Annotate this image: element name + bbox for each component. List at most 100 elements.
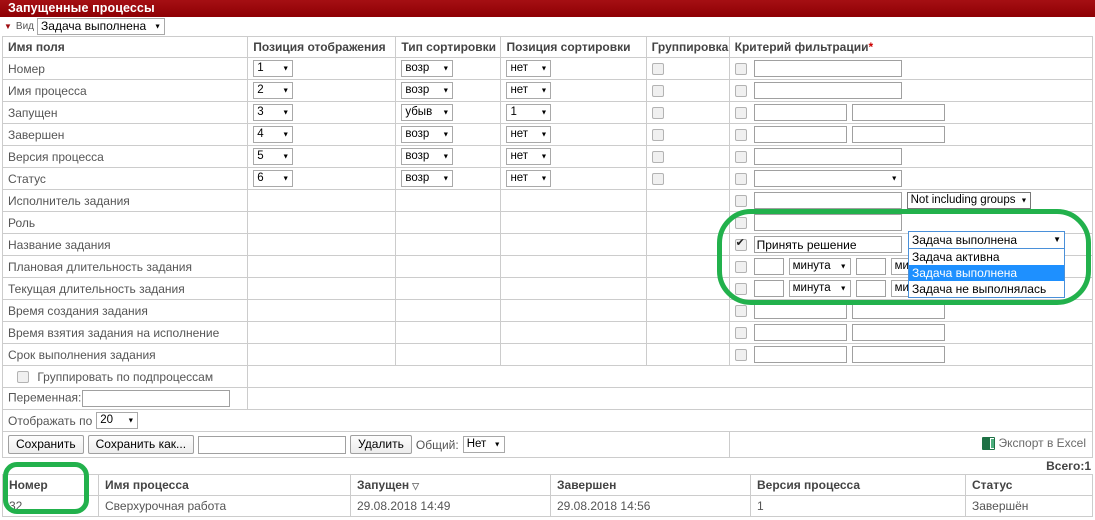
display-position-select[interactable]: 6: [253, 170, 294, 187]
filter-enable-checkbox[interactable]: [734, 216, 747, 229]
filter-enable-checkbox[interactable]: [734, 150, 747, 163]
sort-type-select[interactable]: возр: [401, 170, 454, 187]
config-row-zapushchen: Запущен 3 убыв 1: [1, 101, 1094, 124]
filter-enable-checkbox[interactable]: [734, 304, 747, 317]
sort-type-select[interactable]: возр: [401, 60, 454, 77]
filter-enable-checkbox[interactable]: [734, 237, 747, 251]
dropdown-option-task-active[interactable]: Задача активна: [909, 249, 1064, 265]
delete-button[interactable]: Удалить: [350, 435, 412, 454]
grouping-cell: [645, 277, 730, 300]
show-by-select[interactable]: 20: [96, 412, 139, 429]
filter-text-input[interactable]: [753, 214, 902, 231]
task-status-dropdown-button[interactable]: Задача выполнена: [908, 231, 1065, 249]
view-bar: ▼ Вид Задача выполнена: [0, 17, 1095, 36]
display-position-cell: [247, 189, 397, 212]
shared-select[interactable]: Нет: [462, 436, 505, 453]
results-col-finished[interactable]: Завершен: [550, 474, 751, 496]
filter-enable-checkbox[interactable]: [734, 172, 747, 185]
save-button[interactable]: Сохранить: [8, 435, 84, 454]
save-as-button[interactable]: Сохранить как...: [87, 435, 195, 454]
filter-enable-checkbox[interactable]: [734, 260, 747, 273]
grouping-checkbox[interactable]: [651, 173, 664, 186]
col-header-sort-position: Позиция сортировки: [500, 36, 647, 58]
config-row-status: Статус 6 возр нет: [1, 167, 1094, 190]
sort-type-select[interactable]: возр: [401, 82, 454, 99]
cell-process-version: 1: [750, 495, 966, 517]
filter-range-to-input[interactable]: [851, 346, 945, 363]
filter-enable-checkbox[interactable]: [734, 84, 747, 97]
sort-type-select[interactable]: возр: [401, 148, 454, 165]
results-col-status[interactable]: Статус: [965, 474, 1093, 496]
filter-range-from-input[interactable]: [753, 126, 847, 143]
filter-enable-checkbox[interactable]: [734, 326, 747, 339]
display-position-select[interactable]: 4: [253, 126, 294, 143]
results-col-process-name[interactable]: Имя процесса: [98, 474, 351, 496]
sort-position-select[interactable]: нет: [506, 126, 552, 143]
filter-enable-checkbox[interactable]: [734, 348, 747, 361]
duration-to-input[interactable]: [855, 280, 886, 297]
filter-range-to-input[interactable]: [851, 104, 945, 121]
triangle-down-icon[interactable]: ▼: [4, 22, 12, 31]
export-excel-link[interactable]: Экспорт в Excel: [981, 436, 1086, 450]
filter-enable-checkbox[interactable]: [734, 282, 747, 295]
grouping-checkbox[interactable]: [651, 151, 664, 164]
display-position-select[interactable]: 1: [253, 60, 294, 77]
filter-range-from-input[interactable]: [753, 346, 847, 363]
results-col-started[interactable]: Запущен ▽: [350, 474, 551, 496]
filter-name-input[interactable]: [198, 435, 347, 454]
grouping-cell: [645, 57, 730, 80]
group-subprocess-checkbox[interactable]: [17, 371, 29, 384]
sort-position-select[interactable]: нет: [506, 148, 552, 165]
duration-from-input[interactable]: [753, 280, 784, 297]
filter-range-to-input[interactable]: [851, 126, 945, 143]
dropdown-option-task-not-executed[interactable]: Задача не выполнялась: [909, 281, 1064, 297]
filter-enable-checkbox[interactable]: [734, 106, 747, 119]
grouping-cell: [645, 233, 730, 256]
col-header-field-name: Имя поля: [1, 36, 249, 58]
filter-task-name-input[interactable]: [753, 236, 902, 253]
duration-from-unit-select[interactable]: минута: [788, 258, 851, 275]
grouping-checkbox[interactable]: [651, 129, 664, 142]
filter-range-from-input[interactable]: [753, 104, 847, 121]
filter-range-to-input[interactable]: [851, 324, 945, 341]
duration-from-unit-select[interactable]: минута: [788, 280, 851, 297]
sort-position-cell: [500, 189, 647, 212]
variable-input[interactable]: [82, 390, 231, 407]
filter-text-input[interactable]: [753, 82, 902, 99]
filter-text-input[interactable]: [753, 192, 902, 209]
display-position-select[interactable]: 3: [253, 104, 294, 121]
duration-from-input[interactable]: [753, 258, 784, 275]
group-subprocess-cell: Группировать по подпроцессам: [1, 365, 249, 388]
sort-position-select[interactable]: 1: [506, 104, 552, 121]
sort-type-cell: [395, 277, 502, 300]
filter-enable-checkbox[interactable]: [734, 194, 747, 207]
filter-enable-checkbox[interactable]: [734, 62, 747, 75]
table-row[interactable]: 32 Сверхурочная работа 29.08.2018 14:49 …: [2, 495, 1093, 517]
page-title: Запущенные процессы: [8, 1, 155, 15]
grouping-checkbox[interactable]: [651, 107, 664, 120]
filter-enable-checkbox[interactable]: [734, 128, 747, 141]
sort-position-select[interactable]: нет: [506, 170, 552, 187]
duration-to-input[interactable]: [855, 258, 886, 275]
sort-type-select[interactable]: убыв: [401, 104, 454, 121]
filter-group-mode-select[interactable]: Not including groups: [906, 192, 1032, 209]
filter-status-select[interactable]: [753, 170, 902, 187]
grouping-checkbox[interactable]: [651, 63, 664, 76]
display-position-select[interactable]: 2: [253, 82, 294, 99]
display-position-select[interactable]: 5: [253, 148, 294, 165]
filter-range-to-input[interactable]: [851, 302, 945, 319]
dropdown-option-task-completed[interactable]: Задача выполнена: [909, 265, 1064, 281]
filter-text-input[interactable]: [753, 60, 902, 77]
sort-type-select[interactable]: возр: [401, 126, 454, 143]
sort-position-select[interactable]: нет: [506, 82, 552, 99]
filter-range-from-input[interactable]: [753, 324, 847, 341]
results-col-number[interactable]: Номер: [2, 474, 99, 496]
filter-text-input[interactable]: [753, 148, 902, 165]
filter-range-from-input[interactable]: [753, 302, 847, 319]
col-header-grouping: Группировка: [645, 36, 730, 58]
grouping-checkbox[interactable]: [651, 85, 664, 98]
view-select[interactable]: Задача выполнена: [37, 18, 166, 35]
config-header-row: Имя поля Позиция отображения Тип сортиро…: [1, 36, 1094, 58]
sort-position-select[interactable]: нет: [506, 60, 552, 77]
results-col-process-version[interactable]: Версия процесса: [750, 474, 966, 496]
